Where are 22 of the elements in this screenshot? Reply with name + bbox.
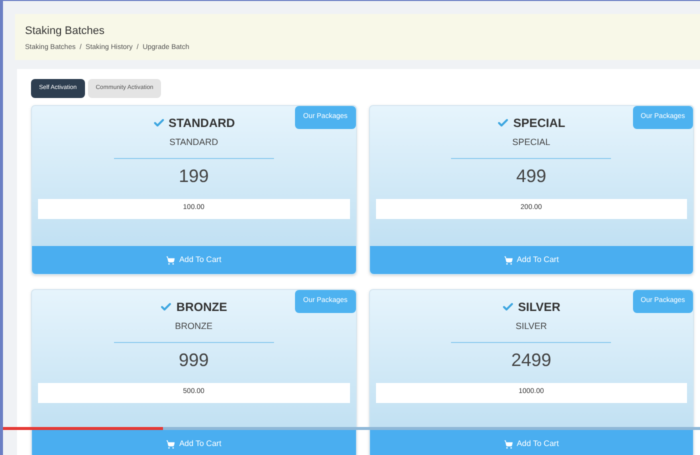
package-subtitle: BRONZE [174,320,212,333]
package-title: BRONZE [176,299,228,316]
check-icon [160,301,172,313]
package-title: STANDARD [168,115,235,132]
check-icon [497,117,510,129]
package-price: 999 [178,348,209,372]
check-icon [152,117,165,129]
package-subtitle: STANDARD [169,136,218,149]
package-price: 499 [516,164,546,188]
package-price: 199 [178,164,209,188]
cart-icon [166,440,176,448]
cart-icon [504,440,513,448]
package-title: SILVER [518,299,560,316]
page-title: Staking Batches [25,24,106,39]
video-progress-fill[interactable] [3,427,164,430]
cart-icon [166,256,176,264]
package-subtitle: SPECIAL [512,136,550,149]
check-icon [502,301,514,313]
package-subtitle: SILVER [516,320,547,333]
package-title: SPECIAL [513,115,566,132]
package-price: 2499 [511,348,552,372]
cart-icon [504,256,513,264]
